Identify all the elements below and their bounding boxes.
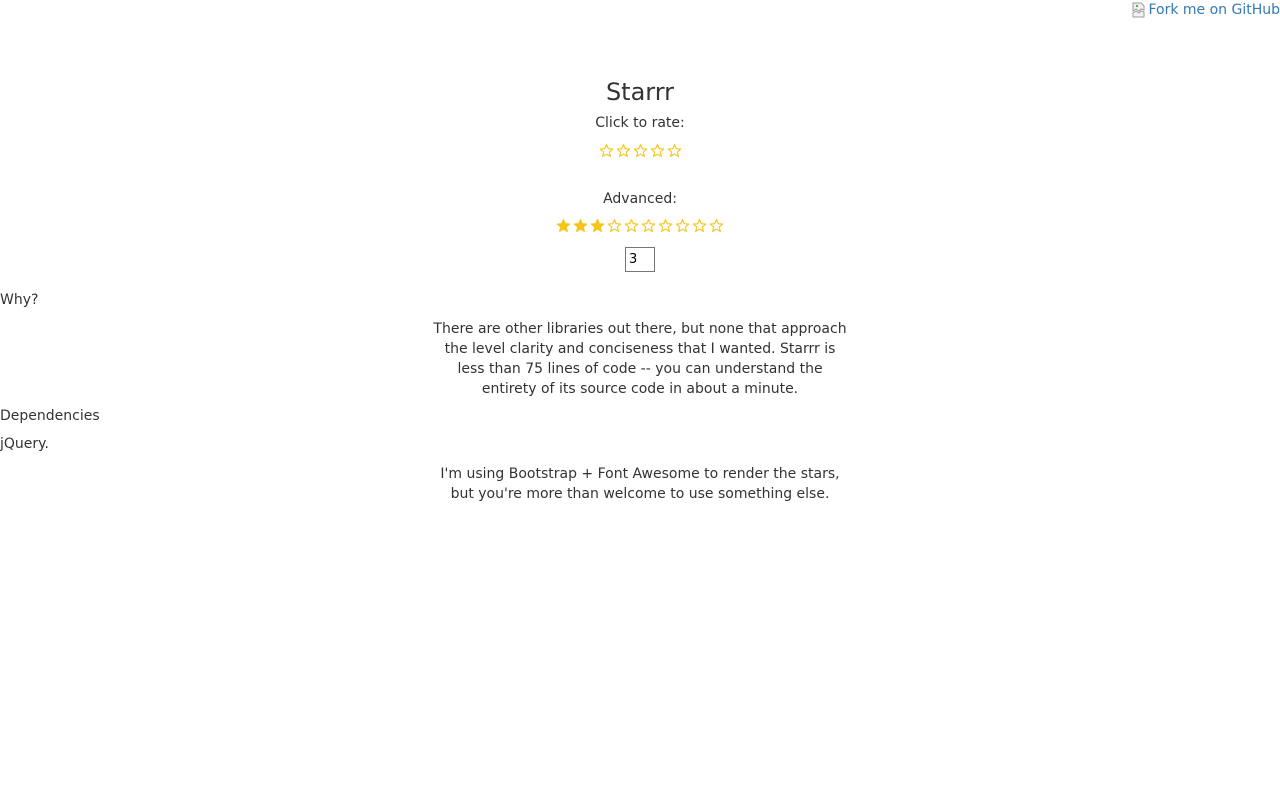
basic-star-5-empty-icon[interactable] <box>666 142 683 158</box>
advanced-star-10-empty-icon[interactable] <box>708 217 725 233</box>
advanced-star-rating <box>0 217 1280 235</box>
advanced-label: Advanced: <box>603 191 677 207</box>
advanced-star-1-filled-icon[interactable] <box>555 217 572 233</box>
advanced-star-8-empty-icon[interactable] <box>674 217 691 233</box>
basic-star-rating <box>0 142 1280 160</box>
basic-star-4-empty-icon[interactable] <box>649 142 666 158</box>
dependencies-note: I'm using Bootstrap + Font Awesome to re… <box>440 466 840 502</box>
basic-star-3-empty-icon[interactable] <box>632 142 649 158</box>
advanced-star-3-filled-icon[interactable] <box>589 217 606 233</box>
advanced-star-5-empty-icon[interactable] <box>623 217 640 233</box>
dependencies-heading: Dependencies <box>0 408 100 424</box>
dependencies-jquery: jQuery. <box>0 436 49 452</box>
advanced-star-2-filled-icon[interactable] <box>572 217 589 233</box>
advanced-star-7-empty-icon[interactable] <box>657 217 674 233</box>
basic-star-2-empty-icon[interactable] <box>615 142 632 158</box>
advanced-star-6-empty-icon[interactable] <box>640 217 657 233</box>
fork-me-alt-text: Fork me on GitHub <box>1148 2 1280 18</box>
page-title: Starrr <box>605 78 675 106</box>
broken-image-icon <box>1131 2 1147 18</box>
why-heading: Why? <box>0 292 39 308</box>
fork-me-on-github-link[interactable]: Fork me on GitHub <box>1131 0 1280 20</box>
rating-value-input[interactable] <box>625 247 655 272</box>
basic-star-1-empty-icon[interactable] <box>598 142 615 158</box>
advanced-star-9-empty-icon[interactable] <box>691 217 708 233</box>
advanced-star-4-empty-icon[interactable] <box>606 217 623 233</box>
why-description: There are other libraries out there, but… <box>433 321 847 397</box>
click-to-rate-label: Click to rate: <box>595 115 685 131</box>
